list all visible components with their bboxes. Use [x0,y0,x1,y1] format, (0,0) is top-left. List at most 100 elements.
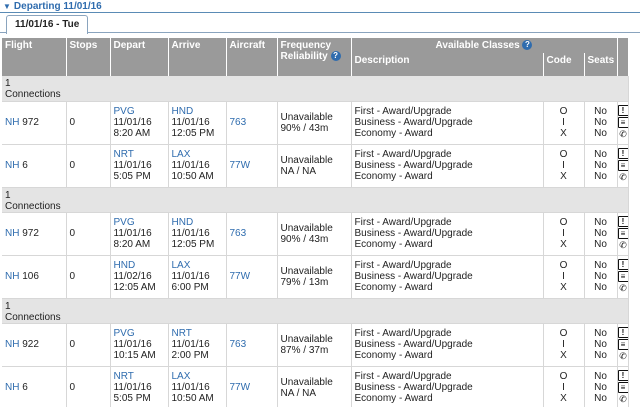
class-desc: First - Award/Upgrade [354,106,452,117]
help-icon[interactable]: ? [522,40,533,51]
seatmap-icon[interactable]: ≡ [617,382,629,393]
arrive-time: 12:05 PM [171,128,215,139]
arrive-time: 12:05 PM [171,239,215,250]
depart-airport[interactable]: PVG [114,217,135,228]
phone-icon[interactable]: ✆ [618,394,629,405]
table-row: NH 106 0 HND 11/02/16 12:05 AM LAX 11/01… [2,255,629,299]
seatmap-icon[interactable]: ≡ [617,339,629,350]
seatmap-icon[interactable]: ≡ [617,160,629,171]
code-cell: O I X [543,255,585,299]
depart-airport[interactable]: HND [114,260,136,271]
table-row: NH 922 0 PVG 11/01/16 10:15 AM NRT 11/01… [2,323,629,367]
phone-icon[interactable]: ✆ [618,129,629,140]
reliability-value: 90% / 43m [280,233,329,245]
code-cell: O I X [543,323,585,367]
arrive-cell: LAX 11/01/16 10:50 AM [168,144,227,188]
col-seats: Seats [584,53,618,76]
airline-link[interactable]: NH [5,382,19,393]
class-seats: No [594,217,607,228]
arrive-airport[interactable]: LAX [172,260,191,271]
arrive-airport[interactable]: NRT [172,328,192,339]
table-row: NH 972 0 PVG 11/01/16 8:20 AM HND 11/01/… [2,212,629,256]
class-code: O [559,106,568,117]
aircraft-link[interactable]: 77W [230,271,251,282]
aircraft-link[interactable]: 763 [230,228,247,239]
aircraft-link[interactable]: 77W [230,160,251,171]
class-desc: Business - Award/Upgrade [354,228,473,239]
phone-icon[interactable]: ✆ [618,351,629,362]
class-seats: No [594,171,607,182]
phone-icon[interactable]: ✆ [618,283,629,294]
aircraft-link[interactable]: 763 [230,117,247,128]
actions-cell: ! ≡ ✆ [617,323,629,367]
class-code: O [559,328,568,339]
class-code: X [560,393,567,404]
code-cell: O I X [543,101,585,145]
depart-time: 5:05 PM [113,171,151,182]
col-code: Code [543,53,585,76]
depart-airport[interactable]: PVG [114,328,135,339]
arrive-cell: NRT 11/01/16 2:00 PM [168,323,227,367]
class-code: X [560,282,567,293]
seatmap-icon[interactable]: ≡ [617,271,629,282]
col-aircraft: Aircraft [226,38,278,76]
flight-number: 972 [22,117,39,128]
help-icon[interactable]: ? [330,51,341,62]
connection-count: 1 [5,300,11,312]
stops-cell: 0 [66,366,111,407]
connection-row: 1 Connections [2,187,629,213]
frequency-value: Unavailable [280,265,333,277]
seats-cell: No No No [584,323,618,367]
depart-airport[interactable]: NRT [114,149,134,160]
info-icon[interactable]: ! [617,370,629,381]
col-flight: Flight [2,38,67,76]
airline-link[interactable]: NH [5,160,19,171]
class-code: X [560,128,567,139]
depart-airport[interactable]: NRT [114,371,134,382]
tab-date[interactable]: 11/01/16 - Tue [6,15,89,34]
airline-link[interactable]: NH [5,339,19,350]
phone-icon[interactable]: ✆ [618,240,629,251]
aircraft-link[interactable]: 763 [230,339,247,350]
phone-icon[interactable]: ✆ [618,172,629,183]
collapse-triangle-icon[interactable]: ▼ [3,2,11,11]
col-arrive: Arrive [168,38,227,76]
class-code: X [560,350,567,361]
airline-link[interactable]: NH [5,228,19,239]
arrive-cell: LAX 11/01/16 10:50 AM [168,366,227,407]
class-desc: First - Award/Upgrade [354,260,452,271]
depart-airport[interactable]: PVG [114,106,135,117]
arrive-airport[interactable]: HND [172,106,194,117]
arrive-airport[interactable]: HND [172,217,194,228]
class-desc: First - Award/Upgrade [354,328,452,339]
class-seats: No [594,339,607,350]
info-icon[interactable]: ! [617,148,629,159]
frequency-value: Unavailable [280,154,333,166]
arrive-cell: HND 11/01/16 12:05 PM [168,101,227,145]
actions-cell: ! ≡ ✆ [617,144,629,188]
info-icon[interactable]: ! [617,327,629,338]
class-desc: Business - Award/Upgrade [354,160,473,171]
info-icon[interactable]: ! [617,216,629,227]
aircraft-link[interactable]: 77W [230,382,251,393]
section-header[interactable]: ▼ Departing 11/01/16 [0,0,640,13]
class-seats: No [594,371,607,382]
arrive-date: 11/01/16 [171,117,210,128]
col-reliability-label: Reliability [280,51,328,62]
seatmap-icon[interactable]: ≡ [617,117,629,128]
class-desc: First - Award/Upgrade [354,217,452,228]
arrive-airport[interactable]: LAX [172,371,191,382]
airline-link[interactable]: NH [5,271,19,282]
arrive-time: 2:00 PM [171,350,209,361]
frequency-cell: Unavailable NA / NA [277,366,352,407]
depart-date: 11/01/16 [113,382,152,393]
info-icon[interactable]: ! [617,105,629,116]
flight-number: 106 [22,271,39,282]
seatmap-icon[interactable]: ≡ [617,228,629,239]
info-icon[interactable]: ! [617,259,629,270]
airline-link[interactable]: NH [5,117,19,128]
code-cell: O I X [543,212,585,256]
arrive-airport[interactable]: LAX [172,149,191,160]
class-seats: No [594,328,607,339]
col-depart: Depart [110,38,169,76]
